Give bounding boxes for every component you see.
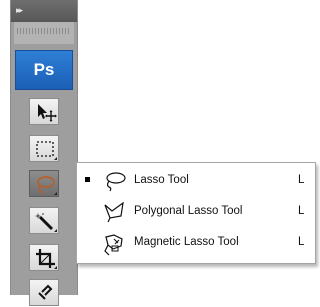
move-arrow-icon xyxy=(38,104,57,122)
eyedropper-icon xyxy=(38,284,53,300)
submenu-indicator xyxy=(54,192,57,195)
quick-selection-tool[interactable] xyxy=(29,207,59,234)
panel-grip[interactable] xyxy=(14,22,74,44)
lasso-tool[interactable] xyxy=(29,170,59,197)
tools-panel: ▸▸ Ps xyxy=(10,0,78,306)
menu-item-polygonal-lasso-tool[interactable]: Polygonal Lasso Tool L xyxy=(77,197,315,227)
menu-item-shortcut: L xyxy=(298,236,305,248)
menu-item-label: Magnetic Lasso Tool xyxy=(134,236,239,248)
panel-header[interactable]: ▸▸ xyxy=(11,0,77,22)
photoshop-logo[interactable]: Ps xyxy=(15,50,73,90)
eyedropper-tool[interactable] xyxy=(29,279,59,306)
menu-item-shortcut: L xyxy=(298,205,305,217)
crop-tool[interactable] xyxy=(29,244,59,271)
submenu-indicator xyxy=(54,229,57,232)
lasso-icon xyxy=(106,172,126,192)
rectangular-marquee-tool[interactable] xyxy=(29,135,59,162)
submenu-indicator xyxy=(54,266,57,269)
menu-item-magnetic-lasso-tool[interactable]: Magnetic Lasso Tool L xyxy=(77,228,315,258)
collapse-icon[interactable]: ▸▸ xyxy=(16,5,23,15)
menu-item-label: Polygonal Lasso Tool xyxy=(134,205,243,217)
menu-item-label: Lasso Tool xyxy=(134,174,189,186)
lasso-tool-flyout-menu: Lasso Tool L Polygonal Lasso Tool L Magn… xyxy=(76,162,316,264)
submenu-indicator xyxy=(54,157,57,160)
selected-indicator xyxy=(85,177,90,182)
polygonal-lasso-icon xyxy=(104,201,124,223)
menu-item-shortcut: L xyxy=(298,174,305,186)
magnetic-lasso-icon xyxy=(104,234,123,256)
move-tool[interactable] xyxy=(29,98,59,125)
menu-item-lasso-tool[interactable]: Lasso Tool L xyxy=(77,166,315,196)
